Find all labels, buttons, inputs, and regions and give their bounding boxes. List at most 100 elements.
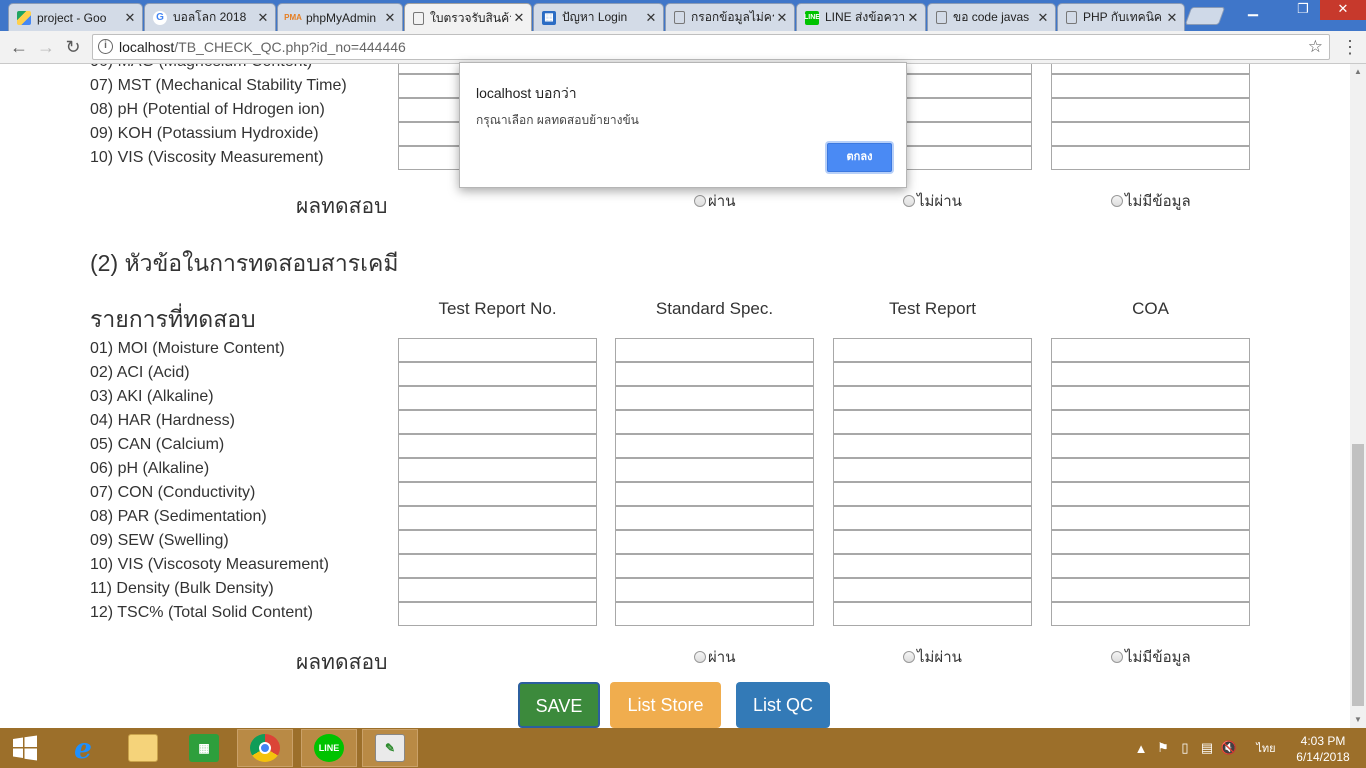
test-report-input[interactable]	[833, 506, 1032, 530]
vertical-scrollbar[interactable]: ▲ ▼	[1350, 64, 1366, 728]
test-report-input[interactable]	[833, 530, 1032, 554]
coa-input[interactable]	[1051, 554, 1250, 578]
tab-project[interactable]: project - Goo ✕	[8, 3, 143, 31]
test-report-input[interactable]	[833, 338, 1032, 362]
info-icon[interactable]: i	[98, 39, 113, 54]
minimize-icon[interactable]: ▁	[1238, 0, 1268, 20]
tab-php-technique[interactable]: PHP กับเทคนิค ✕	[1057, 3, 1185, 31]
radio-button[interactable]	[903, 195, 915, 207]
close-icon[interactable]: ✕	[643, 10, 659, 26]
test-report-no-input[interactable]	[398, 530, 597, 554]
action-center-flag-icon[interactable]: ⚑	[1152, 740, 1174, 756]
test-report-input[interactable]	[833, 434, 1032, 458]
volume-muted-icon[interactable]: 🔇	[1218, 740, 1240, 756]
taskbar-line[interactable]: LINE	[301, 729, 357, 767]
test-report-no-input[interactable]	[398, 434, 597, 458]
test-report-input[interactable]	[833, 362, 1032, 386]
test-report-no-input[interactable]	[398, 578, 597, 602]
taskbar-internet-explorer[interactable]: e	[55, 729, 111, 767]
close-icon[interactable]: ✕	[1164, 10, 1180, 26]
standard-spec-input[interactable]	[615, 434, 814, 458]
standard-spec-input[interactable]	[615, 554, 814, 578]
section1-coa-input[interactable]	[1051, 74, 1250, 98]
radio-button[interactable]	[1111, 651, 1123, 663]
test-report-input[interactable]	[833, 458, 1032, 482]
close-icon[interactable]: ✕	[255, 10, 271, 26]
test-report-no-input[interactable]	[398, 410, 597, 434]
section1-coa-input[interactable]	[1051, 64, 1250, 74]
coa-input[interactable]	[1051, 338, 1250, 362]
show-hidden-icons-icon[interactable]: ▲	[1130, 741, 1152, 756]
tab-qc-form[interactable]: ใบตรวจรับสินค้า ✕	[404, 3, 532, 32]
start-button[interactable]	[0, 729, 50, 767]
test-report-no-input[interactable]	[398, 386, 597, 410]
section1-coa-input[interactable]	[1051, 98, 1250, 122]
standard-spec-input[interactable]	[615, 386, 814, 410]
coa-input[interactable]	[1051, 434, 1250, 458]
coa-input[interactable]	[1051, 410, 1250, 434]
clock[interactable]: 4:03 PM 6/14/2018	[1288, 733, 1358, 765]
section1-coa-input[interactable]	[1051, 146, 1250, 170]
coa-input[interactable]	[1051, 602, 1250, 626]
standard-spec-input[interactable]	[615, 410, 814, 434]
test-report-no-input[interactable]	[398, 554, 597, 578]
list-qc-button[interactable]: List QC	[736, 682, 830, 728]
section2-pass-radio[interactable]: ผ่าน	[694, 645, 735, 669]
test-report-no-input[interactable]	[398, 338, 597, 362]
standard-spec-input[interactable]	[615, 578, 814, 602]
tab-phpmyadmin[interactable]: PMA phpMyAdmin ✕	[277, 3, 403, 31]
maximize-icon[interactable]: ❐	[1288, 0, 1318, 20]
tab-line-message[interactable]: LINE LINE ส่งข้อความ ✕	[796, 3, 926, 31]
tab-javascript-code[interactable]: ขอ code javas ✕	[927, 3, 1056, 31]
radio-button[interactable]	[694, 195, 706, 207]
test-report-no-input[interactable]	[398, 482, 597, 506]
test-report-no-input[interactable]	[398, 458, 597, 482]
taskbar-file-explorer[interactable]	[115, 729, 171, 767]
radio-button[interactable]	[694, 651, 706, 663]
test-report-input[interactable]	[833, 410, 1032, 434]
window-close-icon[interactable]: ✕	[1320, 0, 1366, 20]
network-icon[interactable]: ▤	[1196, 740, 1218, 756]
taskbar-notepad-plus[interactable]: ✎	[362, 729, 418, 767]
taskbar-chrome[interactable]	[237, 729, 293, 767]
section1-pass-radio[interactable]: ผ่าน	[694, 189, 735, 213]
browser-menu-icon[interactable]: ⋮	[1340, 36, 1360, 58]
tab-world-cup[interactable]: G บอลโลก 2018 ✕	[144, 3, 276, 31]
close-icon[interactable]: ✕	[122, 10, 138, 26]
coa-input[interactable]	[1051, 482, 1250, 506]
forward-icon[interactable]: →	[35, 36, 57, 58]
test-report-input[interactable]	[833, 386, 1032, 410]
close-icon[interactable]: ✕	[1035, 10, 1051, 26]
section2-nodata-radio[interactable]: ไม่มีข้อมูล	[1111, 645, 1191, 669]
close-icon[interactable]: ✕	[511, 10, 527, 26]
reload-icon[interactable]: ↻	[62, 36, 84, 58]
tab-login-problem[interactable]: ▦ ปัญหา Login ✕	[533, 3, 664, 31]
alert-ok-button[interactable]: ตกลง	[827, 143, 892, 172]
taskbar-store[interactable]: ▦	[176, 729, 232, 767]
scroll-up-arrow-icon[interactable]: ▲	[1350, 64, 1366, 80]
radio-button[interactable]	[1111, 195, 1123, 207]
section2-fail-radio[interactable]: ไม่ผ่าน	[903, 645, 962, 669]
address-bar[interactable]: i localhost/TB_CHECK_QC.php?id_no=444446…	[92, 34, 1330, 60]
test-report-input[interactable]	[833, 482, 1032, 506]
language-indicator[interactable]: ไทย	[1248, 739, 1284, 757]
save-button[interactable]: SAVE	[518, 682, 600, 728]
radio-button[interactable]	[903, 651, 915, 663]
list-store-button[interactable]: List Store	[610, 682, 721, 728]
standard-spec-input[interactable]	[615, 338, 814, 362]
standard-spec-input[interactable]	[615, 530, 814, 554]
standard-spec-input[interactable]	[615, 458, 814, 482]
standard-spec-input[interactable]	[615, 482, 814, 506]
coa-input[interactable]	[1051, 458, 1250, 482]
test-report-no-input[interactable]	[398, 602, 597, 626]
new-tab-button[interactable]	[1184, 7, 1226, 25]
scroll-thumb[interactable]	[1352, 444, 1364, 706]
close-icon[interactable]: ✕	[382, 10, 398, 26]
section1-nodata-radio[interactable]: ไม่มีข้อมูล	[1111, 189, 1191, 213]
close-icon[interactable]: ✕	[774, 10, 790, 26]
standard-spec-input[interactable]	[615, 506, 814, 530]
test-report-input[interactable]	[833, 554, 1032, 578]
test-report-no-input[interactable]	[398, 362, 597, 386]
test-report-input[interactable]	[833, 578, 1032, 602]
close-icon[interactable]: ✕	[905, 10, 921, 26]
